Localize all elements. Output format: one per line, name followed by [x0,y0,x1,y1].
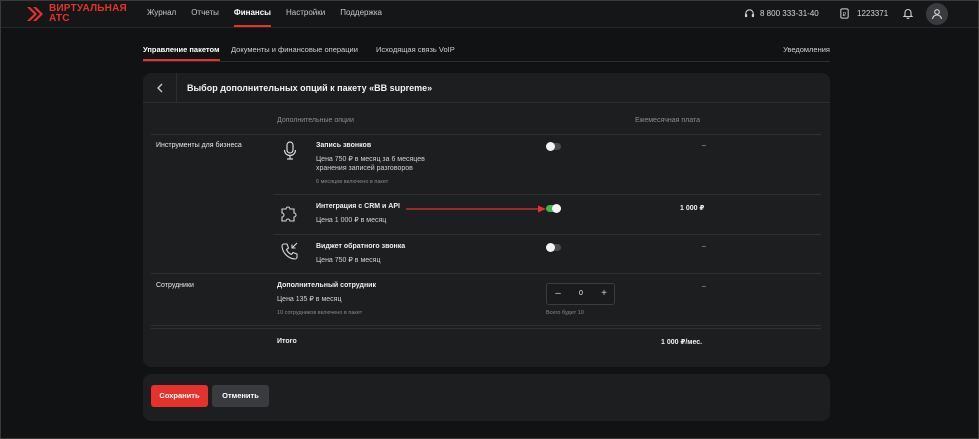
nav-item-reports[interactable]: Отчеты [191,1,219,27]
toggle-callback[interactable] [546,243,561,252]
staff-total-note: Всего будет 10 [546,310,584,316]
svg-text:₽: ₽ [843,12,847,18]
toggle-crm[interactable] [546,204,561,213]
total-value: 1 000 ₽/мес. [661,339,703,346]
brand-line-2: АТС [49,13,70,24]
staff-title: Дополнительный сотрудник [277,282,376,289]
brand-name: ВИРТУАЛЬНАЯ АТС [49,4,127,24]
option-price-line-2: хранения записей разговоров [316,165,413,172]
option-note-call-recording: 6 месяцев включено в пакет [316,179,389,185]
monthly-callback: – [702,243,706,250]
section-business-tools: Инструменты для бизнеса [156,142,242,149]
total-label: Итого [277,338,297,345]
quantity-stepper: – 0 + [546,283,615,305]
divider-option-1 [273,194,821,195]
option-price-call-recording: Цена 750 ₽ в месяц за 6 месяцев хранения… [316,155,425,173]
col-header-monthly: Ежемесячная плата [635,117,701,124]
microphone-icon [283,141,297,160]
monthly-staff: – [702,283,706,290]
option-price-line-1: Цена 750 ₽ в месяц за 6 месяцев [316,156,425,163]
decrement-button[interactable]: – [552,288,564,300]
callback-phone-icon [281,242,298,260]
nav-item-support[interactable]: Поддержка [340,1,382,27]
tab-notifications[interactable]: Уведомления [783,45,830,54]
logo-icon [27,7,43,21]
headset-icon [744,9,755,18]
divider-staff-1 [151,325,821,326]
option-price-crm: Цена 1 000 ₽ в месяц [316,217,387,224]
tab-documents[interactable]: Документы и финансовые операции [231,45,358,54]
divider-header [151,134,821,135]
account-value: 1223371 [857,9,889,18]
toggle-knob [546,243,555,252]
save-button[interactable]: Сохранить [151,385,208,407]
page-title: Выбор дополнительных опций к пакету «BB … [187,83,433,93]
account-icon: ₽ [840,8,849,19]
quantity-value[interactable]: 0 [575,290,587,297]
divider-option-2 [273,234,821,235]
nav-item-finance[interactable]: Финансы [233,1,272,27]
increment-button[interactable]: + [598,288,610,300]
staff-note: 10 сотрудников включено в пакет [277,310,363,316]
cancel-button[interactable]: Отменить [212,385,269,407]
top-navbar: ВИРТУАЛЬНАЯ АТС Журнал Отчеты Финансы На… [1,1,978,28]
toggle-knob [546,142,555,151]
bell-icon[interactable] [902,7,914,19]
annotation-arrow-icon [406,205,546,213]
chevron-left-icon [156,83,162,93]
avatar[interactable] [926,3,948,25]
option-price-callback: Цена 750 ₽ в месяц [316,257,381,264]
col-header-options: Дополнительные опции [277,117,354,124]
nav-item-settings[interactable]: Настройки [286,1,325,27]
user-icon [931,9,943,20]
staff-price: Цена 135 ₽ в месяц [277,296,342,303]
option-title-call-recording: Запись звонков [316,142,372,149]
subtabs-divider [143,61,830,62]
main-nav: Журнал Отчеты Финансы Настройки Поддержк… [147,1,397,27]
divider-staff-2 [151,328,821,329]
back-button[interactable] [143,73,177,103]
card-header: Выбор дополнительных опций к пакету «BB … [143,73,830,103]
toggle-knob [552,204,561,213]
puzzle-icon [281,206,297,222]
brand-logo[interactable]: ВИРТУАЛЬНАЯ АТС [25,4,127,24]
option-title-callback: Виджет обратного звонка [316,243,406,250]
tab-package-management[interactable]: Управление пакетом [143,45,220,61]
toggle-call-recording[interactable] [546,142,561,151]
monthly-crm: 1 000 ₽ [680,205,705,212]
account-number[interactable]: ₽ 1223371 [839,8,888,19]
options-card: Выбор дополнительных опций к пакету «BB … [143,73,830,367]
nav-item-journal[interactable]: Журнал [147,1,176,27]
tab-voip[interactable]: Исходящая связь VoIP [376,45,455,54]
monthly-call-recording: – [702,142,706,149]
section-staff: Сотрудники [156,282,194,289]
option-title-crm: Интеграция с CRM и API [316,203,400,210]
divider-section [151,273,821,274]
phone-number: 8 800 333-31-40 [760,9,819,18]
support-phone[interactable]: 8 800 333-31-40 [744,8,819,19]
